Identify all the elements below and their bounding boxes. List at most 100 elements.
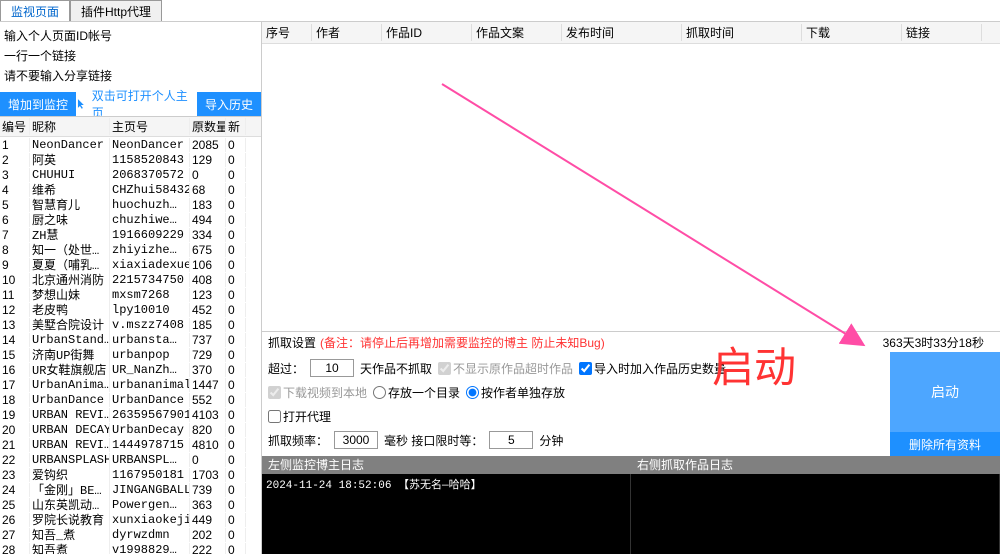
cell-id: 26	[0, 513, 30, 527]
table-row[interactable]: 22URBANSPLASHcURBANSPL…00	[0, 452, 261, 467]
col-workid[interactable]: 作品ID	[382, 24, 472, 41]
left-log[interactable]: 2024-11-24 18:52:06 【苏无名—哈哈】	[262, 474, 631, 554]
cell-new: 0	[226, 198, 246, 212]
table-row[interactable]: 7ZH慧19166092293340	[0, 227, 261, 242]
cell-page: chuzhiwe…	[110, 213, 190, 227]
left-panel: 输入个人页面ID帐号 一行一个链接 请不要输入分享链接 增加到监控 双击可打开个…	[0, 22, 262, 554]
table-row[interactable]: 20URBAN DECAYUrbanDecay8200	[0, 422, 261, 437]
cell-nick: 美墅合院设计	[30, 316, 110, 333]
cell-new: 0	[226, 438, 246, 452]
cell-page: NeonDancer	[110, 138, 190, 152]
cell-new: 0	[226, 408, 246, 422]
cell-orig: 0	[190, 168, 226, 182]
tab-monitor[interactable]: 监视页面	[0, 0, 70, 21]
exceed-input[interactable]	[310, 359, 354, 377]
import-history-checkbox[interactable]	[579, 362, 592, 375]
table-row[interactable]: 25山东英凯动…Powergen…3630	[0, 497, 261, 512]
cell-id: 25	[0, 498, 30, 512]
one-dir-radio[interactable]	[373, 386, 386, 399]
table-row[interactable]: 3CHUHUI206837057200	[0, 167, 261, 182]
table-row[interactable]: 5智慧育儿huochuzh…1830	[0, 197, 261, 212]
table-row[interactable]: 18UrbanDanceUrbanDance5520	[0, 392, 261, 407]
freq-unit: 毫秒 接口限时等：	[384, 432, 483, 449]
add-monitor-button[interactable]: 增加到监控	[0, 92, 76, 116]
cell-orig: 202	[190, 528, 226, 542]
col-new[interactable]: 新	[226, 118, 246, 135]
col-seq[interactable]: 序号	[262, 24, 312, 41]
exceed-label: 超过：	[268, 360, 304, 377]
col-id[interactable]: 编号	[0, 118, 30, 135]
table-row[interactable]: 27知吾_煮dyrwzdmn2020	[0, 527, 261, 542]
table-row[interactable]: 6厨之味chuzhiwe…4940	[0, 212, 261, 227]
cell-id: 16	[0, 363, 30, 377]
dblclick-hint: 双击可打开个人主页	[76, 92, 197, 116]
cell-nick: UrbanDance	[30, 393, 110, 407]
cell-new: 0	[226, 213, 246, 227]
table-row[interactable]: 4维希CHZhui58432680	[0, 182, 261, 197]
table-row[interactable]: 17UrbanAnima…urbananimal14470	[0, 377, 261, 392]
cell-page: lpy10010	[110, 303, 190, 317]
cell-orig: 552	[190, 393, 226, 407]
cell-nick: URBAN REVI…	[30, 408, 110, 422]
table-row[interactable]: 2阿英11585208431290	[0, 152, 261, 167]
table-row[interactable]: 15济南UP街舞urbanpop7290	[0, 347, 261, 362]
left-log-title: 左侧监控博主日志	[262, 456, 631, 474]
settings-panel: 抓取设置 (备注：请停止后再增加需要监控的博主 防止未知Bug) 363天3时3…	[262, 331, 1000, 554]
col-link[interactable]: 链接	[902, 24, 982, 41]
cell-new: 0	[226, 528, 246, 542]
table-row[interactable]: 8知一（处世…zhiyizhe…6750	[0, 242, 261, 257]
freq-input[interactable]	[334, 431, 378, 449]
table-row[interactable]: 23爱钩织116795018117030	[0, 467, 261, 482]
table-row[interactable]: 19URBAN REVI…2635956790141030	[0, 407, 261, 422]
col-pub[interactable]: 发布时间	[562, 24, 682, 41]
per-author-radio[interactable]	[466, 386, 479, 399]
works-table-body: 启动	[262, 44, 1000, 331]
table-row[interactable]: 16UR女鞋旗舰店UR_NanZh…3700	[0, 362, 261, 377]
table-row[interactable]: 11梦想山妹mxsm72681230	[0, 287, 261, 302]
col-nick[interactable]: 昵称	[30, 118, 110, 135]
cell-orig: 408	[190, 273, 226, 287]
col-author[interactable]: 作者	[312, 24, 382, 41]
open-proxy-checkbox[interactable]	[268, 410, 281, 423]
cell-id: 8	[0, 243, 30, 257]
table-row[interactable]: 1NeonDancerNeonDancer20850	[0, 137, 261, 152]
cell-page: JINGANGBALL	[110, 483, 190, 497]
col-fetch[interactable]: 抓取时间	[682, 24, 802, 41]
col-orig[interactable]: 原数量	[190, 118, 226, 135]
cell-new: 0	[226, 423, 246, 437]
cell-new: 0	[226, 453, 246, 467]
start-button[interactable]: 启动	[890, 352, 1000, 432]
table-row[interactable]: 28知吾煮v1998829…2220	[0, 542, 261, 554]
cell-new: 0	[226, 183, 246, 197]
table-row[interactable]: 24「金刚」BE…JINGANGBALL7390	[0, 482, 261, 497]
cell-orig: 370	[190, 363, 226, 377]
delete-all-button[interactable]: 删除所有资料	[890, 432, 1000, 456]
cell-page: 1158520843	[110, 153, 190, 167]
cell-new: 0	[226, 543, 246, 554]
import-history-button[interactable]: 导入历史	[197, 92, 261, 116]
cell-new: 0	[226, 303, 246, 317]
col-text[interactable]: 作品文案	[472, 24, 562, 41]
cell-nick: UR女鞋旗舰店	[30, 361, 110, 378]
cell-page: v.mszz7408	[110, 318, 190, 332]
tab-proxy[interactable]: 插件Http代理	[70, 0, 162, 21]
table-row[interactable]: 9夏夏（哺乳…xiaxiadexue1060	[0, 257, 261, 272]
cursor-icon	[76, 98, 88, 110]
cell-id: 22	[0, 453, 30, 467]
table-row[interactable]: 12老皮鸭lpy100104520	[0, 302, 261, 317]
cell-orig: 4103	[190, 408, 226, 422]
table-row[interactable]: 14UrbanStand…urbansta…7370	[0, 332, 261, 347]
right-log[interactable]	[631, 474, 1000, 554]
cell-page: urbanpop	[110, 348, 190, 362]
col-dl[interactable]: 下载	[802, 24, 902, 41]
table-row[interactable]: 26罗院长说教育xunxiaokeji4490	[0, 512, 261, 527]
cell-new: 0	[226, 318, 246, 332]
cell-nick: URBAN REVI…	[30, 438, 110, 452]
cell-orig: 129	[190, 153, 226, 167]
wait-input[interactable]	[489, 431, 533, 449]
col-page[interactable]: 主页号	[110, 118, 190, 135]
table-row[interactable]: 21URBAN REVI…144497871548100	[0, 437, 261, 452]
cell-page: Powergen…	[110, 498, 190, 512]
table-row[interactable]: 10北京通州消防22157347504080	[0, 272, 261, 287]
table-row[interactable]: 13美墅合院设计v.mszz74081850	[0, 317, 261, 332]
